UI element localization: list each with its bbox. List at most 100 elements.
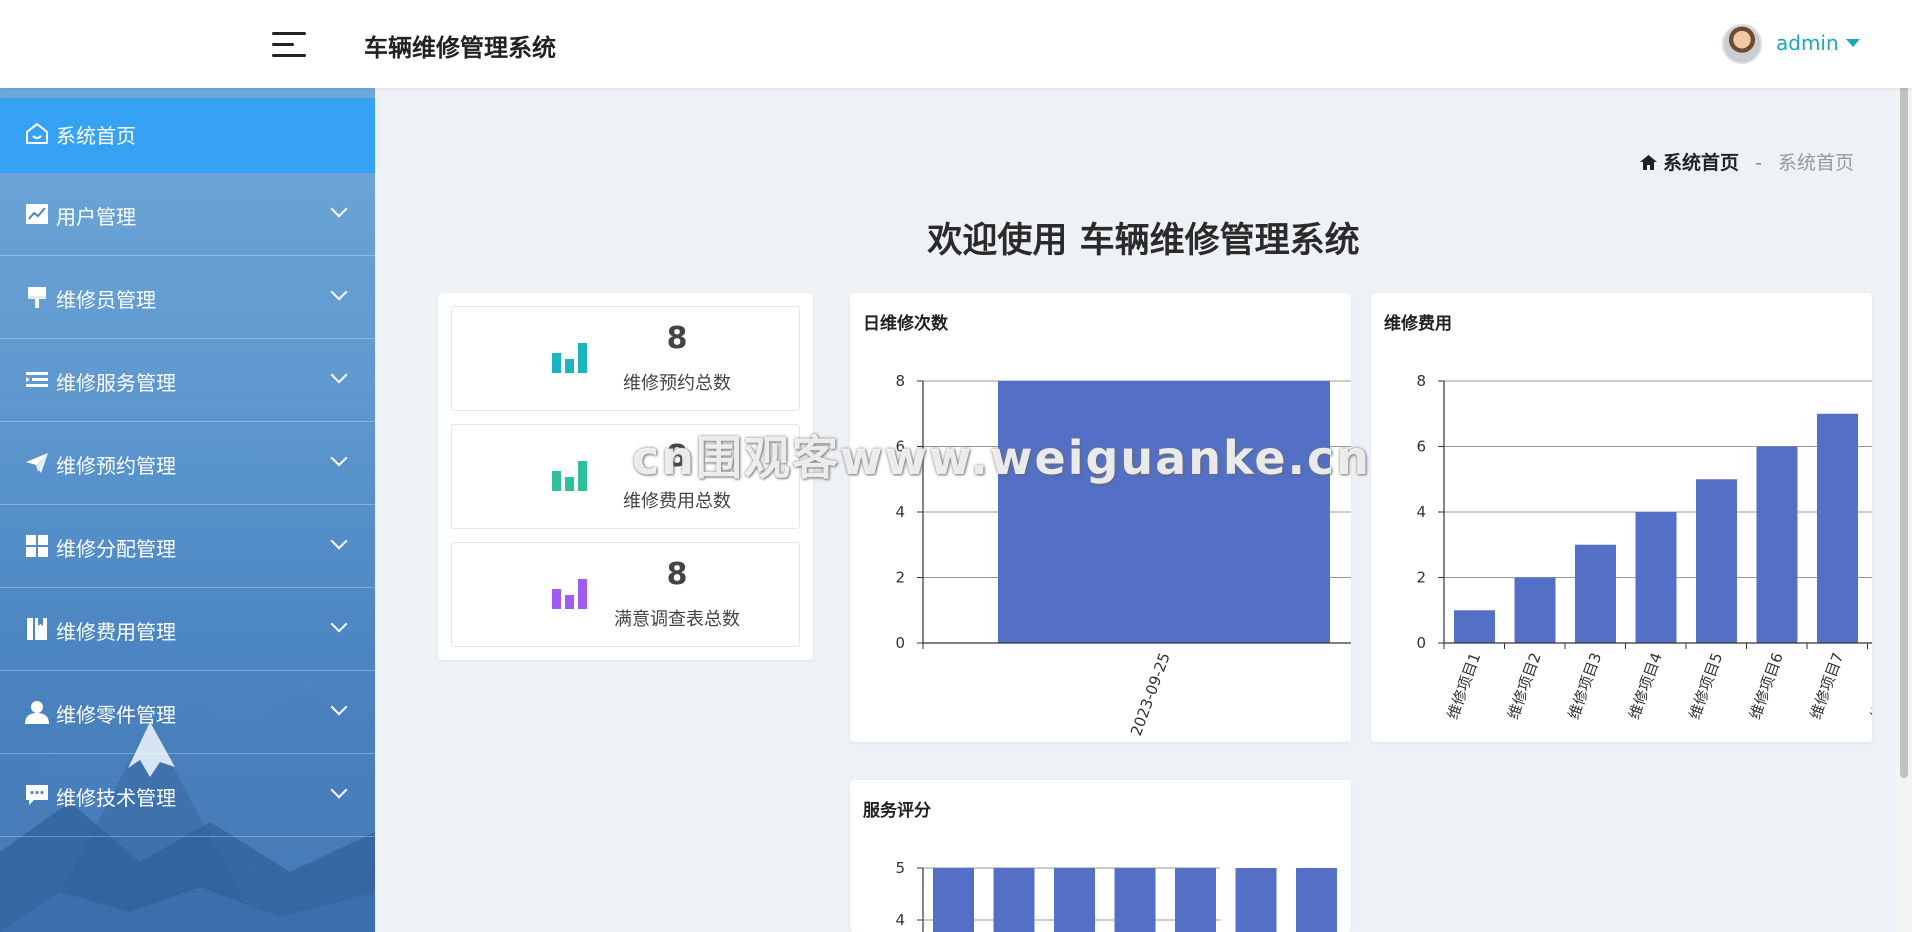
brush-icon [28, 287, 46, 308]
x-tick-label: 2023-09-25 [1127, 650, 1174, 738]
x-tick-label: 维修项目8 [1867, 650, 1872, 722]
stat-label: 维修预约总数 [623, 373, 731, 394]
x-tick-label: 维修项目3 [1565, 650, 1606, 722]
bar-chart-icon [552, 461, 587, 491]
chart-repair-fees: 维修费用 0 2 4 6 8 维修项目1 维修项目2 维修项目3 维修项目4 维修项目5 维修项目6… [1371, 293, 1872, 742]
chart-canvas: 45 [895, 859, 1337, 932]
send-icon [26, 453, 48, 473]
scrollbar-thumb[interactable] [1900, 18, 1908, 778]
stats-card: 8 维修预约总数 8 维修费用总数 8 满意调查表总数 [438, 293, 813, 660]
chevron-down-icon [330, 781, 348, 799]
message-icon [26, 785, 48, 805]
page-scrollbar[interactable] [1896, 0, 1912, 932]
chart-canvas: 0 2 4 6 8 2023-09-25 [895, 372, 1351, 738]
bar[interactable] [1054, 868, 1095, 932]
y-tick-label: 4 [895, 503, 905, 521]
sidebar-item-label: 维修预约管理 [56, 454, 176, 478]
sidebar: 系统首页 用户管理 维修员管理 维修服务管理 维修预约管理 维修分配管理 维修费… [0, 88, 375, 932]
bar[interactable] [1514, 577, 1556, 644]
bar[interactable] [1817, 413, 1858, 643]
chevron-down-icon [330, 449, 348, 467]
y-tick-label: 0 [1416, 634, 1426, 652]
bar[interactable] [998, 381, 1330, 643]
sidebar-item-label: 系统首页 [56, 124, 136, 148]
user-name[interactable]: admin [1776, 31, 1839, 55]
chevron-down-icon [330, 283, 348, 301]
bar[interactable] [1296, 868, 1337, 932]
bar[interactable] [1175, 868, 1216, 932]
bar[interactable] [933, 868, 974, 932]
sidebar-item-tech[interactable]: 维修技术管理 [0, 754, 375, 837]
chevron-down-icon [330, 200, 348, 218]
y-tick-label: 5 [895, 859, 905, 877]
chevron-down-icon [330, 532, 348, 550]
sidebar-item-repairers[interactable]: 维修员管理 [0, 256, 375, 339]
x-tick-label: 维修项目6 [1746, 650, 1787, 722]
sidebar-item-label: 维修零件管理 [56, 703, 176, 727]
sidebar-item-home[interactable]: 系统首页 [0, 98, 375, 173]
bar-chart-icon [552, 343, 587, 373]
sidebar-item-label: 维修员管理 [56, 288, 156, 312]
y-tick-label: 6 [895, 438, 905, 456]
grid-icon [26, 535, 48, 557]
sidebar-item-services[interactable]: 维修服务管理 [0, 339, 375, 422]
x-tick-label: 维修项目1 [1444, 650, 1485, 722]
bar[interactable] [1114, 868, 1156, 932]
avatar[interactable] [1722, 24, 1762, 64]
bar[interactable] [1454, 610, 1495, 643]
bar[interactable] [1575, 544, 1616, 643]
breadcrumb-current: 系统首页 [1778, 152, 1855, 174]
breadcrumb-home-link[interactable]: 系统首页 [1663, 152, 1739, 174]
stat-label: 满意调查表总数 [614, 609, 740, 630]
home-icon [1640, 155, 1657, 170]
menu-toggle-icon[interactable] [272, 30, 308, 60]
caret-down-icon[interactable] [1846, 39, 1860, 47]
y-tick-label: 4 [895, 911, 905, 929]
bar[interactable] [1696, 479, 1737, 643]
sidebar-item-parts[interactable]: 维修零件管理 [0, 671, 375, 754]
chevron-down-icon [330, 698, 348, 716]
y-tick-label: 2 [1416, 569, 1426, 587]
stat-fees: 8 维修费用总数 [451, 424, 800, 529]
list-icon [26, 372, 48, 387]
y-tick-label: 4 [1416, 503, 1426, 521]
chevron-down-icon [330, 615, 348, 633]
chart-canvas: 0 2 4 6 8 维修项目1 维修项目2 维修项目3 维修项目4 维修项目5 维修项目6 维修项目7… [1416, 372, 1872, 722]
y-tick-label: 6 [1416, 438, 1426, 456]
breadcrumb: 系统首页 - 系统首页 [1640, 148, 1854, 175]
stat-label: 维修费用总数 [623, 491, 731, 512]
chart-line-icon [26, 204, 48, 224]
page-title: 欢迎使用 车辆维修管理系统 [927, 221, 1360, 261]
stat-value: 8 [666, 557, 688, 592]
x-tick-label: 维修项目7 [1807, 650, 1848, 722]
chevron-down-icon [330, 366, 348, 384]
x-tick-label: 维修项目4 [1625, 650, 1666, 722]
y-tick-label: 2 [895, 569, 905, 587]
x-tick-label: 维修项目5 [1686, 650, 1727, 722]
top-header: 车辆维修管理系统 admin [0, 0, 1912, 88]
sidebar-item-fees[interactable]: 维修费用管理 [0, 588, 375, 671]
bar[interactable] [1235, 868, 1277, 932]
stat-value: 8 [666, 439, 688, 474]
bar[interactable] [993, 868, 1035, 932]
sidebar-item-users[interactable]: 用户管理 [0, 173, 375, 256]
sidebar-item-appointments[interactable]: 维修预约管理 [0, 422, 375, 505]
breadcrumb-separator: - [1755, 152, 1762, 174]
app-title: 车辆维修管理系统 [364, 34, 556, 62]
bar[interactable] [1635, 512, 1677, 643]
stat-appointments: 8 维修预约总数 [451, 306, 800, 411]
stat-value: 8 [666, 321, 688, 356]
y-tick-label: 8 [1416, 372, 1426, 390]
bar-chart-icon [552, 579, 587, 609]
chart-daily-repairs: 日维修次数 0 2 4 6 8 2023-09-25 [850, 293, 1351, 742]
book-icon [27, 618, 47, 640]
x-tick-label: 维修项目2 [1504, 650, 1545, 722]
bar[interactable] [1756, 446, 1798, 644]
sidebar-item-assignments[interactable]: 维修分配管理 [0, 505, 375, 588]
sidebar-item-label: 用户管理 [56, 205, 136, 229]
sidebar-item-label: 维修服务管理 [56, 371, 176, 395]
sidebar-item-label: 维修技术管理 [56, 786, 176, 810]
stat-surveys: 8 满意调查表总数 [451, 542, 800, 647]
y-tick-label: 8 [895, 372, 905, 390]
sidebar-item-label: 维修分配管理 [56, 537, 176, 561]
